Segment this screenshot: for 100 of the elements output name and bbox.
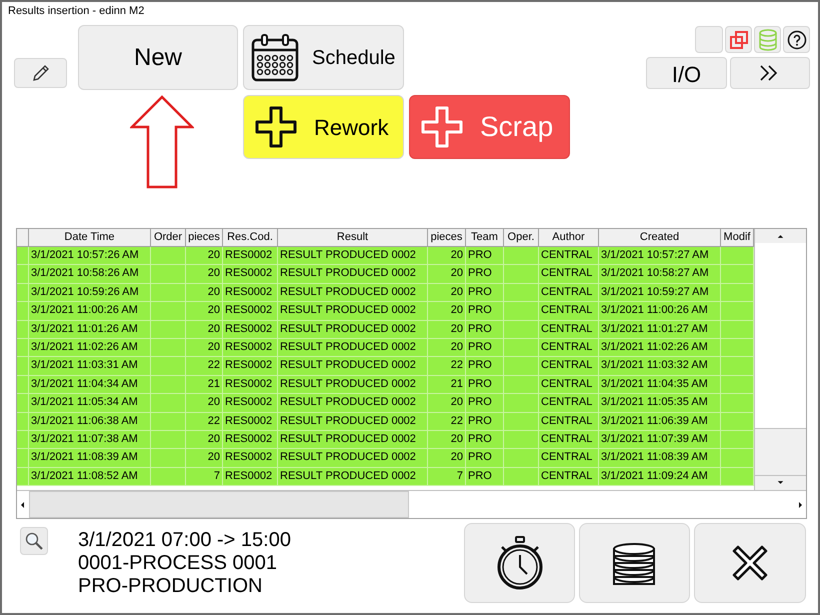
- table-cell: 3/1/2021 10:59:27 AM: [599, 284, 721, 302]
- table-cell: [721, 284, 754, 302]
- table-cell: CENTRAL: [539, 320, 599, 339]
- schedule-button[interactable]: Schedule: [243, 25, 404, 90]
- table-cell: 3/1/2021 11:09:24 AM: [599, 468, 721, 486]
- table-cell: 20: [186, 302, 223, 321]
- vertical-scrollbar[interactable]: [754, 229, 806, 490]
- table-cell: RESULT PRODUCED 0002: [278, 412, 428, 431]
- table-cell: PRO: [466, 449, 504, 468]
- scrollbar-thumb[interactable]: [755, 428, 806, 476]
- table-cell: 3/1/2021 11:07:38 AM: [29, 430, 151, 450]
- table-cell: [151, 265, 186, 284]
- table-cell: PRO: [466, 247, 504, 266]
- coins-button[interactable]: [579, 523, 690, 603]
- timer-button[interactable]: [464, 523, 575, 603]
- help-button[interactable]: [783, 26, 810, 53]
- table-cell: [721, 338, 754, 358]
- search-button[interactable]: [20, 527, 48, 555]
- table-cell: RESULT PRODUCED 0002: [278, 394, 428, 413]
- table-cell: [721, 394, 754, 413]
- table-cell: 3/1/2021 11:00:26 AM: [599, 302, 721, 321]
- rework-button[interactable]: Rework: [243, 95, 404, 159]
- row-header[interactable]: [17, 376, 29, 394]
- table-cell: 3/1/2021 11:02:26 AM: [29, 338, 151, 358]
- table-cell: RESULT PRODUCED 0002: [278, 284, 428, 302]
- table-cell: RES0002: [223, 430, 278, 450]
- row-header[interactable]: [17, 320, 29, 339]
- table-cell: RESULT PRODUCED 0002: [278, 320, 428, 339]
- overlapping-squares-icon: [728, 30, 748, 50]
- table-cell: [504, 338, 539, 358]
- table-cell: CENTRAL: [539, 412, 599, 431]
- table-cell: 3/1/2021 10:58:26 AM: [29, 265, 151, 284]
- table-cell: [151, 320, 186, 339]
- row-header[interactable]: [17, 468, 29, 486]
- table-cell: 20: [186, 338, 223, 358]
- table-cell: RES0002: [223, 449, 278, 468]
- row-header[interactable]: [17, 449, 29, 468]
- pencil-icon: [30, 63, 50, 83]
- table-cell: [151, 394, 186, 413]
- table-cell: RES0002: [223, 320, 278, 339]
- row-header[interactable]: [17, 412, 29, 431]
- scroll-up-icon[interactable]: [755, 229, 806, 243]
- table-cell: 21: [428, 376, 466, 394]
- table-cell: [504, 394, 539, 413]
- table-cell: RESULT PRODUCED 0002: [278, 468, 428, 486]
- table-cell: CENTRAL: [539, 449, 599, 468]
- table-cell: 3/1/2021 11:07:39 AM: [599, 430, 721, 450]
- up-arrow-icon: [130, 95, 194, 189]
- table-cell: 20: [186, 320, 223, 339]
- table-cell: CENTRAL: [539, 430, 599, 450]
- row-header[interactable]: [17, 302, 29, 321]
- scrollbar-thumb[interactable]: [29, 491, 409, 518]
- edit-button[interactable]: [14, 58, 67, 88]
- table-cell: [151, 247, 186, 266]
- table-cell: [151, 412, 186, 431]
- table-cell: 3/1/2021 11:04:34 AM: [29, 376, 151, 394]
- shift-text: 3/1/2021 07:00 -> 15:00: [78, 529, 291, 552]
- table-cell: [151, 284, 186, 302]
- forward-button[interactable]: [730, 57, 810, 89]
- row-header[interactable]: [17, 265, 29, 284]
- table-cell: 20: [428, 265, 466, 284]
- table-cell: 20: [186, 284, 223, 302]
- table-cell: [721, 376, 754, 394]
- windows-button[interactable]: [725, 26, 752, 53]
- table-cell: [151, 468, 186, 486]
- table-cell: PRO: [466, 284, 504, 302]
- table-cell: PRO: [466, 376, 504, 394]
- search-icon: [24, 531, 44, 551]
- table-cell: [151, 357, 186, 376]
- table-cell: RESULT PRODUCED 0002: [278, 376, 428, 394]
- table-cell: 3/1/2021 10:57:27 AM: [599, 247, 721, 266]
- row-header[interactable]: [17, 357, 29, 376]
- table-cell: PRO: [466, 302, 504, 321]
- table-cell: PRO: [466, 265, 504, 284]
- row-header[interactable]: [17, 247, 29, 266]
- row-header[interactable]: [17, 284, 29, 302]
- io-button[interactable]: I/O: [646, 57, 727, 89]
- row-header[interactable]: [17, 394, 29, 413]
- table-cell: 20: [428, 320, 466, 339]
- table-cell: RES0002: [223, 302, 278, 321]
- table-cell: 3/1/2021 11:05:34 AM: [29, 394, 151, 413]
- close-button[interactable]: [694, 523, 806, 603]
- row-header[interactable]: [17, 430, 29, 450]
- table-cell: [504, 302, 539, 321]
- table-cell: [721, 265, 754, 284]
- table-cell: [721, 302, 754, 321]
- table-cell: [721, 320, 754, 339]
- table-cell: CENTRAL: [539, 468, 599, 486]
- table-cell: CENTRAL: [539, 376, 599, 394]
- table-cell: [504, 284, 539, 302]
- table-cell: [504, 468, 539, 486]
- new-button[interactable]: New: [78, 25, 238, 90]
- row-header[interactable]: [17, 338, 29, 358]
- table-cell: [504, 247, 539, 266]
- table-cell: 20: [186, 265, 223, 284]
- table-cell: 20: [186, 247, 223, 266]
- horizontal-scrollbar[interactable]: [17, 490, 806, 518]
- table-cell: PRO: [466, 394, 504, 413]
- table-cell: 3/1/2021 11:05:35 AM: [599, 394, 721, 413]
- table-cell: 20: [428, 449, 466, 468]
